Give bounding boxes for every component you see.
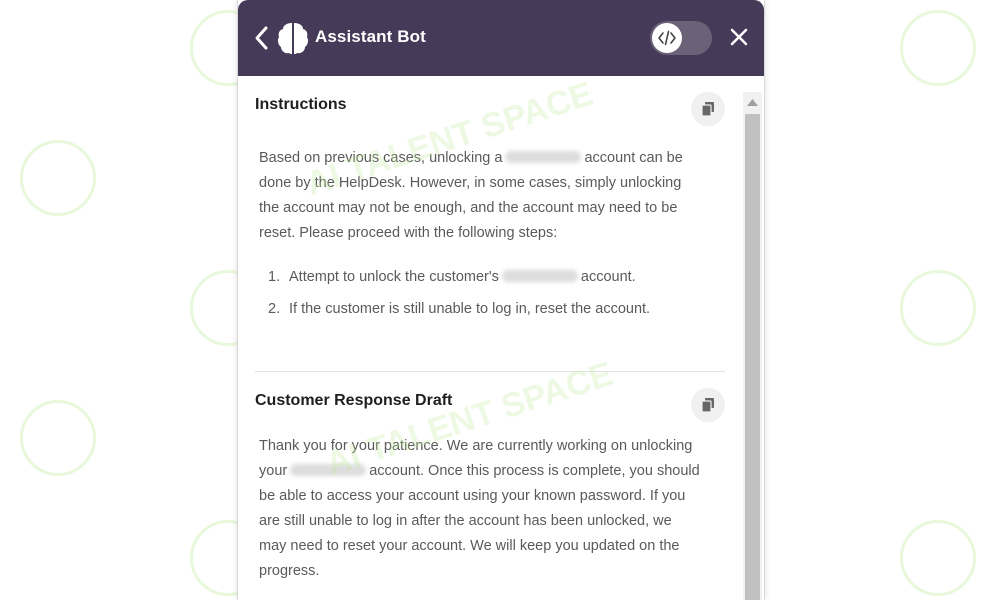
copy-instructions-button[interactable] [691,92,725,126]
paragraph-line: reset. Please proceed with the following… [259,225,558,241]
panel-header: Assistant Bot [238,0,764,76]
panel-title: Assistant Bot [315,27,426,46]
code-view-toggle[interactable] [650,21,712,55]
paragraph-line: are still unable to log in after the acc… [259,513,672,529]
redacted-text [501,270,578,282]
draft-paragraph: Thank you for your patience. We are curr… [259,434,719,584]
paragraph-line: be able to access your account using you… [259,488,686,504]
paragraph-line: done by the HelpDesk. However, in some c… [259,175,682,191]
redacted-text [505,151,582,163]
panel-content: Instructions Based on previous cases, un… [238,76,764,600]
copy-icon [701,102,714,117]
paragraph-line: the account may not be enough, and the a… [259,200,678,216]
section-divider [255,371,725,372]
watermark-logo-icon [20,140,96,216]
paragraph-line: Based on previous cases, unlocking a acco… [259,150,683,166]
copy-icon [701,398,714,413]
watermark-logo-icon [900,520,976,596]
paragraph-line: may need to reset your account. We will … [259,538,680,554]
watermark-logo-icon [900,10,976,86]
chevron-left-icon[interactable] [252,24,270,52]
code-icon [658,30,676,46]
watermark-logo-icon [900,270,976,346]
step-item: 2. If the customer is still unable to lo… [268,301,651,317]
paragraph-line: progress. [259,563,320,579]
toggle-knob [652,23,682,53]
page: Assistant Bot Instructions Based on prev… [0,0,1000,600]
close-icon[interactable] [728,26,750,48]
instructions-title: Instructions [255,96,347,113]
draft-title: Customer Response Draft [255,392,453,409]
instructions-paragraph: Based on previous cases, unlocking a acco… [259,146,719,246]
copy-draft-button[interactable] [691,388,725,422]
redacted-text [290,464,367,476]
assistant-panel: Assistant Bot Instructions Based on prev… [237,0,765,600]
paragraph-line: your account. Once this process is comple… [259,463,700,479]
brain-icon [277,23,309,54]
paragraph-line: Thank you for your patience. We are curr… [259,438,693,454]
watermark-logo-icon [20,400,96,476]
step-item: 1. Attempt to unlock the customer's accou… [268,269,636,285]
instruction-steps: 1. Attempt to unlock the customer's accou… [259,261,719,325]
